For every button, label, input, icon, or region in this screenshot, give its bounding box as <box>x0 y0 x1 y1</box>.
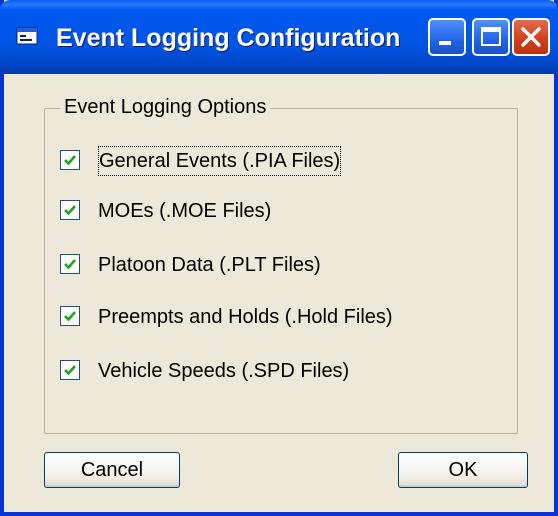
minimize-icon <box>439 41 451 45</box>
minimize-button[interactable] <box>428 18 466 56</box>
checkmark-icon <box>64 259 76 270</box>
checkmark-icon <box>64 155 76 166</box>
group-label: Event Logging Options <box>60 93 271 121</box>
preempts-holds-checkbox[interactable] <box>60 306 80 326</box>
dialog-window: Event Logging Configuration Event Loggin… <box>0 0 558 516</box>
checkmark-icon <box>64 311 76 322</box>
app-window-icon <box>16 26 38 46</box>
maximize-button[interactable] <box>472 18 510 56</box>
title-bar[interactable]: Event Logging Configuration <box>0 0 558 74</box>
vehicle-speeds-label[interactable]: Vehicle Speeds (.SPD Files) <box>98 356 349 386</box>
checkmark-icon <box>64 365 76 376</box>
ok-button[interactable]: OK <box>398 452 528 488</box>
general-events-label[interactable]: General Events (.PIA Files) <box>98 146 342 176</box>
preempts-holds-label[interactable]: Preempts and Holds (.Hold Files) <box>98 302 393 332</box>
moes-checkbox[interactable] <box>60 200 80 220</box>
close-button[interactable] <box>512 18 550 56</box>
maximize-icon <box>481 27 501 46</box>
vehicle-speeds-checkbox[interactable] <box>60 360 80 380</box>
general-events-checkbox[interactable] <box>60 150 80 170</box>
platoon-data-checkbox[interactable] <box>60 254 80 274</box>
checkmark-icon <box>64 205 76 216</box>
close-icon <box>521 27 541 47</box>
cancel-button[interactable]: Cancel <box>44 452 180 488</box>
window-title: Event Logging Configuration <box>56 24 401 52</box>
moes-label[interactable]: MOEs (.MOE Files) <box>98 196 271 226</box>
platoon-data-label[interactable]: Platoon Data (.PLT Files) <box>98 250 321 280</box>
